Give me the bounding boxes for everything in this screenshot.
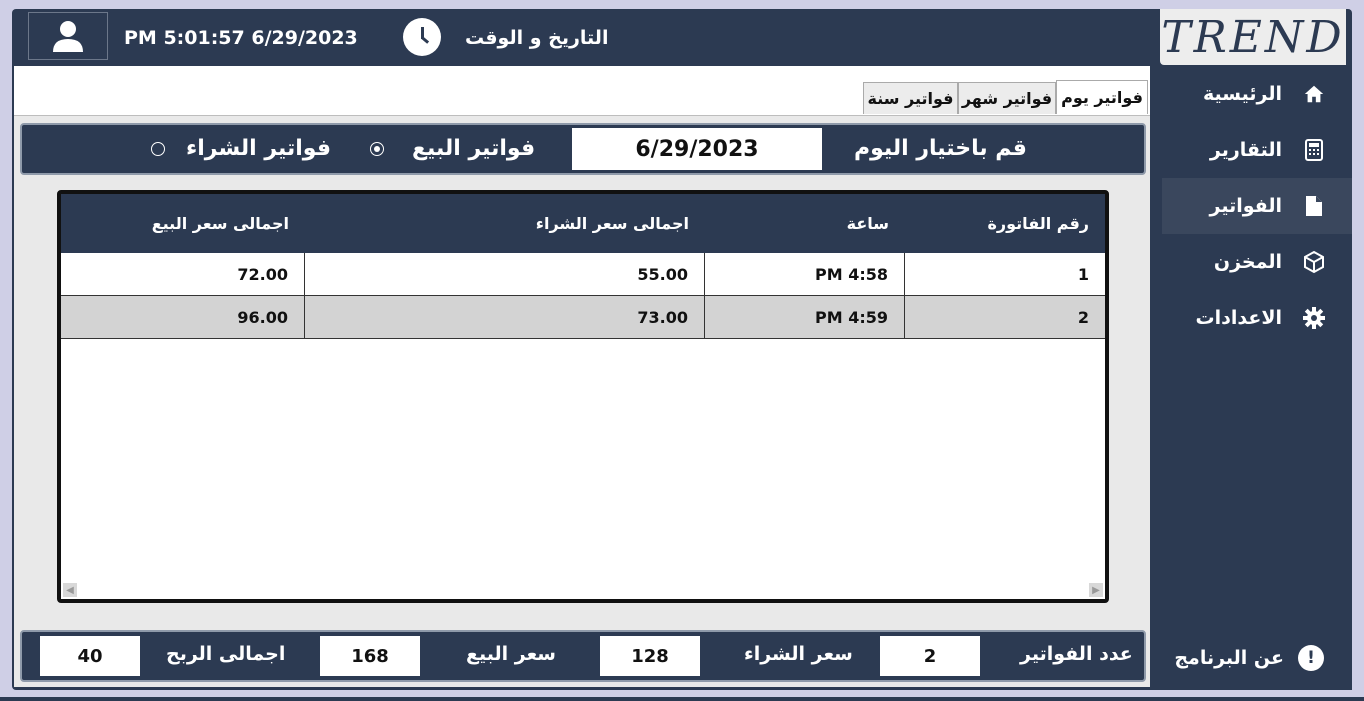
- about-program-button[interactable]: عن البرنامج !: [1162, 630, 1352, 686]
- date-prompt-label: قم باختيار اليوم: [854, 136, 1027, 161]
- purchase-total-field: 128: [600, 636, 700, 676]
- sidebar-item-inventory[interactable]: المخزن: [1162, 234, 1352, 290]
- cell-number: 1: [1077, 264, 1089, 284]
- purchases-radio-label[interactable]: فواتير الشراء: [186, 136, 331, 161]
- table-row[interactable]: 96.00 73.00 PM 4:59 2: [61, 296, 1105, 339]
- sale-total-label: سعر البيع: [466, 643, 556, 665]
- purchases-radio[interactable]: [151, 142, 165, 156]
- invoice-count-field: 2: [880, 636, 980, 676]
- sidebar-item-label: التقارير: [1209, 139, 1282, 161]
- summary-bar: 40 اجمالى الربح 168 سعر البيع 128 سعر ال…: [20, 630, 1146, 682]
- cell-time: PM 4:58: [705, 253, 905, 295]
- bottom-border: [0, 697, 1364, 701]
- cell-purchase-total: 73.00: [305, 296, 705, 338]
- sidebar: الرئيسية التقارير الفواتير المخزن الاعدا…: [1162, 66, 1352, 690]
- sales-radio-label[interactable]: فواتير البيع: [412, 136, 535, 161]
- invoice-count-label: عدد الفواتير: [1020, 643, 1133, 665]
- cell-sale-total: 72.00: [61, 253, 305, 295]
- tab-daily-invoices[interactable]: فواتير يوم: [1056, 80, 1148, 114]
- column-header-sale-total[interactable]: اجمالى سعر البيع: [152, 214, 289, 233]
- box-icon: [1302, 250, 1326, 274]
- date-picker[interactable]: 6/29/2023: [572, 128, 822, 170]
- scroll-left-button[interactable]: ◀: [63, 583, 77, 597]
- column-header-purchase-total[interactable]: اجمالى سعر الشراء: [536, 214, 689, 233]
- tab-monthly-invoices[interactable]: فواتير شهر: [958, 82, 1056, 114]
- sidebar-item-reports[interactable]: التقارير: [1162, 122, 1352, 178]
- cell-purchase-total: 55.00: [305, 253, 705, 295]
- brand-logo: TREND: [1160, 9, 1346, 65]
- current-datetime: PM 5:01:57 6/29/2023: [124, 27, 358, 49]
- calculator-icon: [1302, 138, 1326, 162]
- document-icon: [1302, 194, 1326, 218]
- cell-number: 2: [1077, 307, 1089, 327]
- filter-bar: فواتير الشراء فواتير البيع 6/29/2023 قم …: [20, 123, 1146, 175]
- scroll-right-button[interactable]: ▶: [1089, 583, 1103, 597]
- purchase-total-label: سعر الشراء: [744, 643, 853, 665]
- invoice-tabs: فواتير سنة فواتير شهر فواتير يوم: [14, 66, 1150, 116]
- info-icon: !: [1298, 645, 1324, 671]
- sidebar-item-invoices[interactable]: الفواتير: [1162, 178, 1352, 234]
- table-header: رقم الفاتورة ساعة اجمالى سعر الشراء اجما…: [61, 194, 1105, 253]
- sidebar-item-settings[interactable]: الاعدادات: [1162, 290, 1352, 346]
- sidebar-item-label: الفواتير: [1209, 195, 1282, 217]
- profit-total-label: اجمالى الربح: [166, 643, 286, 665]
- user-button[interactable]: [28, 12, 108, 60]
- sidebar-item-label: المخزن: [1213, 251, 1282, 273]
- sale-total-field: 168: [320, 636, 420, 676]
- datetime-label: التاريخ و الوقت: [465, 27, 609, 49]
- table-row[interactable]: 72.00 55.00 PM 4:58 1: [61, 253, 1105, 296]
- sidebar-item-label: الرئيسية: [1203, 83, 1282, 105]
- app-window: PM 5:01:57 6/29/2023 التاريخ و الوقت TRE…: [12, 9, 1352, 690]
- sales-radio[interactable]: [370, 142, 384, 156]
- user-icon: [53, 21, 83, 52]
- column-header-time[interactable]: ساعة: [847, 214, 889, 233]
- home-icon: [1302, 82, 1326, 106]
- invoices-table: رقم الفاتورة ساعة اجمالى سعر الشراء اجما…: [57, 190, 1109, 603]
- clock-icon: [403, 18, 441, 56]
- cell-time: PM 4:59: [705, 296, 905, 338]
- sidebar-item-label: الاعدادات: [1195, 307, 1282, 329]
- profit-total-field: 40: [40, 636, 140, 676]
- tab-yearly-invoices[interactable]: فواتير سنة: [863, 82, 958, 114]
- about-label: عن البرنامج: [1174, 647, 1284, 669]
- invoices-panel: فواتير سنة فواتير شهر فواتير يوم فواتير …: [14, 66, 1150, 687]
- gear-icon: [1302, 306, 1326, 330]
- column-header-number[interactable]: رقم الفاتورة: [987, 214, 1089, 233]
- cell-sale-total: 96.00: [61, 296, 305, 338]
- sidebar-item-home[interactable]: الرئيسية: [1162, 66, 1352, 122]
